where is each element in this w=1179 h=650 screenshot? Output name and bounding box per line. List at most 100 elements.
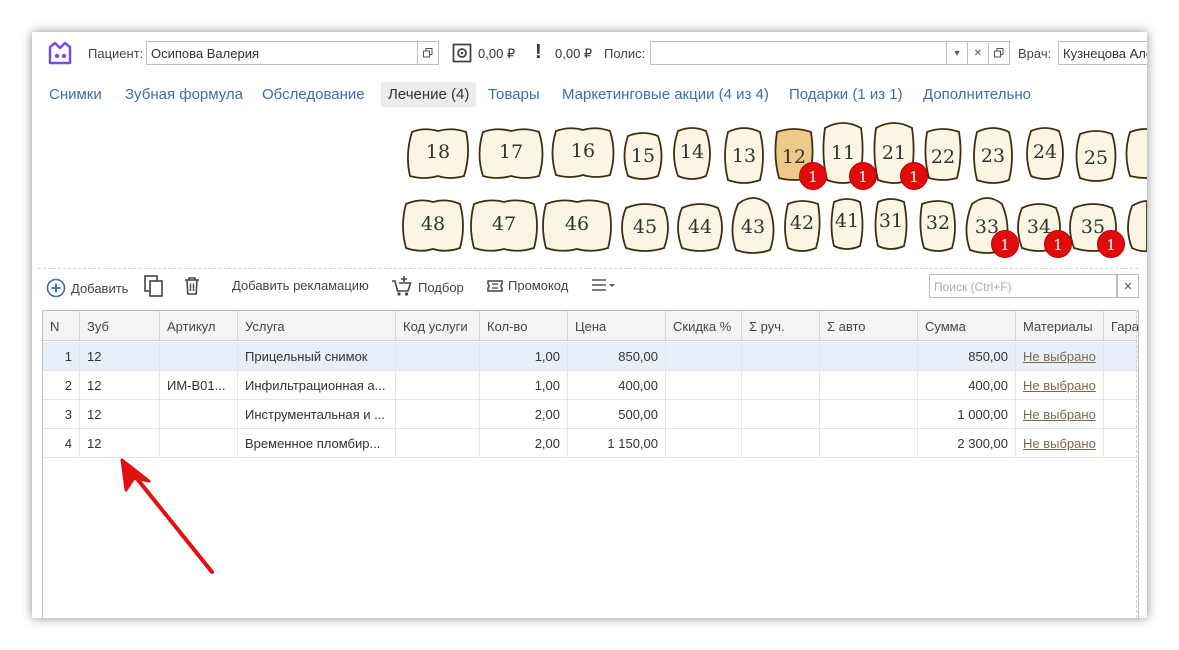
policy-open-button[interactable] — [988, 41, 1010, 65]
tooth-25[interactable]: 25 — [1072, 128, 1120, 184]
panel-divider — [1136, 310, 1137, 618]
tooth-31[interactable]: 31 — [872, 196, 910, 252]
column-header[interactable]: Скидка % — [666, 311, 742, 341]
tab-marketing[interactable]: Маркетинговые акции (4 из 4) — [555, 82, 776, 107]
column-header[interactable]: Зуб — [80, 311, 160, 341]
column-header[interactable]: Код услуги — [396, 311, 480, 341]
tooth-13[interactable]: 13 — [720, 124, 768, 186]
open-window-icon — [423, 48, 433, 58]
close-icon: ✕ — [973, 47, 983, 59]
treatment-table: N Зуб Артикул Услуга Код услуги Кол-во Ц… — [42, 310, 1139, 618]
app-window: Пациент: Осипова Валерия 0,00 ₽ ! 0,00 ₽… — [32, 32, 1147, 618]
tooth-44[interactable]: 44 — [674, 200, 726, 254]
patient-header: Пациент: Осипова Валерия 0,00 ₽ ! 0,00 ₽… — [32, 38, 1147, 68]
tab-examination[interactable]: Обследование — [255, 82, 372, 107]
tooth-47[interactable]: 47 — [468, 196, 540, 254]
ticket-icon — [487, 279, 503, 292]
column-header[interactable]: Артикул — [160, 311, 238, 341]
chevron-down-icon: ▾ — [954, 47, 960, 59]
tooth-41[interactable]: 41 — [828, 196, 866, 252]
policy-dropdown-button[interactable]: ▾ — [946, 41, 968, 65]
tooth-15[interactable]: 15 — [620, 130, 666, 182]
policy-clear-button[interactable]: ✕ — [967, 41, 989, 65]
promo-button[interactable]: Промокод — [487, 278, 568, 293]
policy-field[interactable] — [650, 41, 947, 65]
trash-icon — [185, 277, 199, 295]
promo-label: Промокод — [508, 278, 569, 293]
debt-balance: 0,00 ₽ — [555, 46, 593, 61]
doctor-label: Врач: — [1018, 46, 1052, 61]
column-header[interactable]: Гара — [1104, 311, 1138, 341]
tooth-45[interactable]: 45 — [618, 200, 672, 254]
tab-images[interactable]: Снимки — [42, 82, 109, 107]
selection-button[interactable]: Подбор — [391, 275, 464, 297]
tab-treatment[interactable]: Лечение (4) — [381, 82, 477, 107]
column-header[interactable]: Σ руч. — [742, 311, 820, 341]
patient-field[interactable]: Осипова Валерия — [146, 41, 418, 65]
treatment-count-badge[interactable]: 1 — [1044, 230, 1072, 258]
tooth-46[interactable]: 46 — [540, 196, 614, 254]
column-header[interactable]: Сумма — [918, 311, 1016, 341]
dental-chart: 18 17 16 15 14 13 12 11 21 22 23 24 25 4… — [32, 120, 1147, 260]
app-logo-icon — [48, 41, 72, 65]
tooth-48[interactable]: 48 — [400, 196, 466, 254]
cart-plus-icon — [392, 276, 412, 296]
column-header[interactable]: Материалы — [1016, 311, 1104, 341]
materials-link[interactable]: Не выбрано — [1023, 436, 1096, 451]
column-header[interactable]: Σ авто — [820, 311, 918, 341]
table-header: N Зуб Артикул Услуга Код услуги Кол-во Ц… — [43, 311, 1138, 341]
plus-circle-icon — [46, 278, 66, 298]
materials-link[interactable]: Не выбрано — [1023, 349, 1096, 364]
table-row[interactable]: 1 12 Прицельный снимок 1,00 850,00 850,0… — [43, 342, 1138, 371]
deposit-balance: 0,00 ₽ — [478, 46, 516, 61]
materials-link[interactable]: Не выбрано — [1023, 378, 1096, 393]
table-row[interactable]: 4 12 Временное пломбир... 2,00 1 150,00 … — [43, 429, 1138, 458]
selection-label: Подбор — [418, 280, 464, 295]
search-clear-button[interactable]: ✕ — [1117, 274, 1139, 298]
tab-goods[interactable]: Товары — [481, 82, 547, 107]
table-row[interactable]: 2 12 ИМ-В01... Инфильтрационная а... 1,0… — [43, 371, 1138, 400]
tooth-24[interactable]: 24 — [1021, 126, 1069, 182]
copy-icon — [144, 275, 163, 297]
tooth-42[interactable]: 42 — [780, 198, 824, 254]
policy-label: Полис: — [604, 46, 646, 61]
treatment-count-badge[interactable]: 1 — [1097, 230, 1125, 258]
delete-button[interactable] — [183, 276, 201, 296]
table-row[interactable]: 3 12 Инструментальная и ... 2,00 500,00 … — [43, 400, 1138, 429]
tab-additional[interactable]: Дополнительно — [916, 82, 1038, 107]
column-header[interactable]: Кол-во — [480, 311, 568, 341]
materials-link[interactable]: Не выбрано — [1023, 407, 1096, 422]
tab-bar: Снимки Зубная формула Обследование Лечен… — [42, 82, 1142, 108]
section-divider — [38, 268, 1138, 269]
tooth-26[interactable]: 2 — [1122, 126, 1147, 182]
close-icon: ✕ — [1123, 280, 1133, 293]
treatment-count-badge[interactable]: 1 — [799, 162, 827, 190]
column-header[interactable]: Услуга — [238, 311, 396, 341]
column-header[interactable]: Цена — [568, 311, 666, 341]
add-button-label: Добавить — [71, 280, 129, 296]
column-header[interactable]: N — [43, 311, 80, 341]
tooth-14[interactable]: 14 — [668, 126, 716, 182]
tooth-43[interactable]: 43 — [728, 192, 778, 256]
treatment-count-badge[interactable]: 1 — [991, 230, 1019, 258]
doctor-field[interactable]: Кузнецова Але — [1058, 41, 1147, 65]
tooth-18[interactable]: 18 — [404, 126, 472, 182]
add-complaint-label: Добавить рекламацию — [232, 278, 369, 293]
search-input[interactable]: Поиск (Ctrl+F) — [929, 274, 1117, 298]
tooth-32[interactable]: 32 — [916, 198, 960, 254]
add-complaint-button[interactable]: Добавить рекламацию — [232, 278, 369, 293]
safe-icon[interactable] — [452, 43, 472, 63]
more-menu-button[interactable] — [591, 277, 617, 293]
tooth-23[interactable]: 23 — [969, 124, 1017, 186]
tooth-16[interactable]: 16 — [548, 125, 618, 181]
tab-gifts[interactable]: Подарки (1 из 1) — [782, 82, 910, 107]
treatment-count-badge[interactable]: 1 — [900, 162, 928, 190]
patient-open-button[interactable] — [417, 41, 439, 65]
treatment-count-badge[interactable]: 1 — [849, 162, 877, 190]
tab-dental-formula[interactable]: Зубная формула — [118, 82, 250, 107]
copy-button[interactable] — [144, 275, 164, 297]
tooth-36[interactable] — [1124, 198, 1147, 254]
tooth-17[interactable]: 17 — [475, 126, 547, 182]
add-button[interactable]: Добавить — [46, 278, 128, 298]
debt-icon: ! — [535, 41, 542, 63]
